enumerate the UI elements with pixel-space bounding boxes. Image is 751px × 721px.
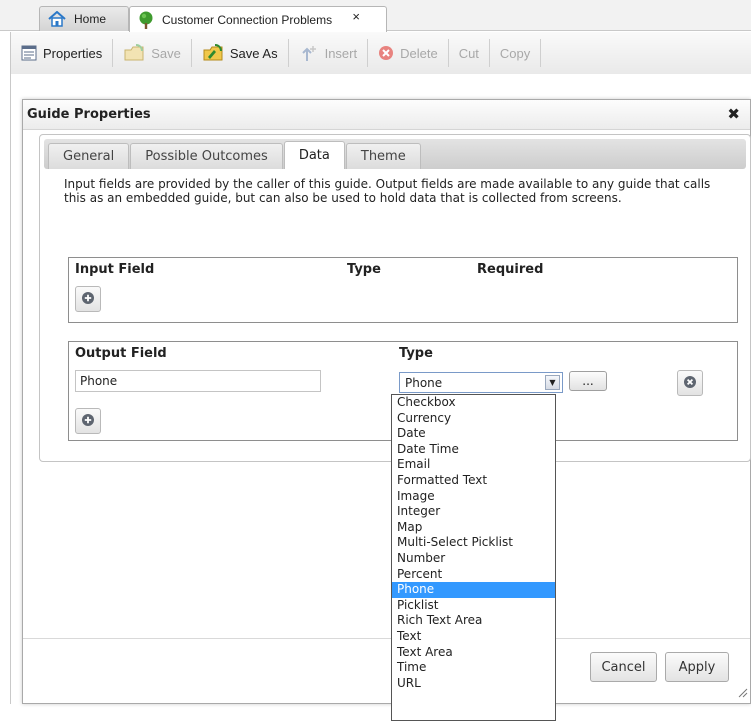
insert-label: Insert — [324, 45, 358, 61]
home-icon — [48, 11, 66, 27]
save-as-icon — [202, 44, 224, 62]
dialog-title: Guide Properties — [27, 107, 151, 122]
type-option-email[interactable]: Email — [392, 457, 555, 473]
add-output-field-button[interactable] — [75, 408, 101, 434]
tab-active-label: Customer Connection Problems — [162, 12, 333, 27]
output-field-name-input[interactable] — [75, 370, 321, 392]
dialog-tabs: General Possible Outcomes Data Theme — [44, 139, 746, 169]
tab-theme[interactable]: Theme — [345, 143, 421, 169]
properties-icon — [21, 45, 37, 61]
delete-label: Delete — [400, 45, 438, 61]
type-options-button[interactable]: ... — [569, 371, 607, 391]
cut-button[interactable]: Cut — [449, 37, 489, 69]
type-option-formatted-text[interactable]: Formatted Text — [392, 473, 555, 489]
tab-customer-connection-problems[interactable]: Customer Connection Problems × — [129, 6, 387, 32]
type-option-multi-select-picklist[interactable]: Multi-Select Picklist — [392, 535, 555, 551]
copy-button[interactable]: Copy — [490, 37, 540, 69]
output-type-header: Type — [399, 346, 433, 361]
cancel-button[interactable]: Cancel — [590, 652, 657, 682]
save-button[interactable]: Save — [113, 37, 191, 69]
type-option-date[interactable]: Date — [392, 426, 555, 442]
type-option-checkbox[interactable]: Checkbox — [392, 395, 555, 411]
type-option-picklist[interactable]: Picklist — [392, 598, 555, 614]
type-option-currency[interactable]: Currency — [392, 411, 555, 427]
dialog-header: Guide Properties ✖ — [23, 100, 750, 130]
insert-button[interactable]: Insert — [289, 37, 368, 69]
content-left-border — [10, 74, 11, 704]
dialog-footer-divider — [23, 638, 750, 639]
type-option-number[interactable]: Number — [392, 551, 555, 567]
tab-home[interactable]: Home — [39, 6, 129, 31]
resize-grip-icon[interactable] — [736, 686, 748, 701]
chevron-down-icon[interactable]: ▼ — [545, 375, 560, 390]
type-option-percent[interactable]: Percent — [392, 567, 555, 583]
input-required-header: Required — [477, 262, 544, 277]
input-fields-section: Input Field Type Required — [68, 257, 738, 323]
close-tab-icon[interactable]: × — [352, 9, 360, 24]
tab-possible-outcomes[interactable]: Possible Outcomes — [130, 143, 283, 169]
type-option-text[interactable]: Text — [392, 629, 555, 645]
output-type-value: Phone — [405, 375, 443, 390]
toolbar: Properties Save Save As Insert Delete Cu… — [10, 32, 751, 74]
save-label: Save — [151, 45, 181, 61]
cut-label: Cut — [458, 45, 479, 61]
add-icon — [81, 413, 95, 430]
type-option-map[interactable]: Map — [392, 520, 555, 536]
delete-button[interactable]: Delete — [368, 37, 448, 69]
type-option-date-time[interactable]: Date Time — [392, 442, 555, 458]
input-field-header: Input Field — [75, 262, 155, 277]
copy-label: Copy — [499, 45, 531, 61]
type-option-text-area[interactable]: Text Area — [392, 645, 555, 661]
insert-icon — [299, 44, 319, 62]
close-dialog-icon[interactable]: ✖ — [727, 105, 740, 123]
add-icon — [81, 291, 95, 308]
tab-data[interactable]: Data — [283, 141, 345, 169]
save-as-label: Save As — [229, 45, 278, 61]
properties-button[interactable]: Properties — [11, 37, 112, 69]
type-option-time[interactable]: Time — [392, 660, 555, 676]
type-option-integer[interactable]: Integer — [392, 504, 555, 520]
tree-icon — [138, 11, 154, 29]
tab-home-label: Home — [74, 12, 107, 26]
tab-strip: Home Customer Connection Problems × — [0, 0, 751, 32]
properties-label: Properties — [43, 45, 103, 61]
output-field-header: Output Field — [75, 346, 167, 361]
type-option-phone[interactable]: Phone — [392, 582, 555, 598]
output-type-select[interactable]: Phone ▼ — [399, 372, 563, 393]
guide-properties-dialog: Guide Properties ✖ General Possible Outc… — [22, 99, 751, 704]
type-dropdown-list: Checkbox Currency Date Date Time Email F… — [391, 394, 556, 721]
type-option-image[interactable]: Image — [392, 489, 555, 505]
input-type-header: Type — [347, 262, 381, 277]
delete-icon — [378, 45, 394, 61]
apply-button[interactable]: Apply — [665, 652, 729, 682]
add-input-field-button[interactable] — [75, 286, 101, 312]
type-option-rich-text-area[interactable]: Rich Text Area — [392, 613, 555, 629]
save-as-button[interactable]: Save As — [192, 37, 288, 69]
remove-output-field-button[interactable] — [677, 370, 703, 396]
remove-icon — [683, 375, 697, 392]
data-tab-description: Input fields are provided by the caller … — [64, 177, 711, 205]
type-option-url[interactable]: URL — [392, 676, 555, 692]
tab-general[interactable]: General — [48, 143, 130, 169]
save-icon — [123, 44, 145, 62]
toolbar-separator — [540, 39, 542, 67]
